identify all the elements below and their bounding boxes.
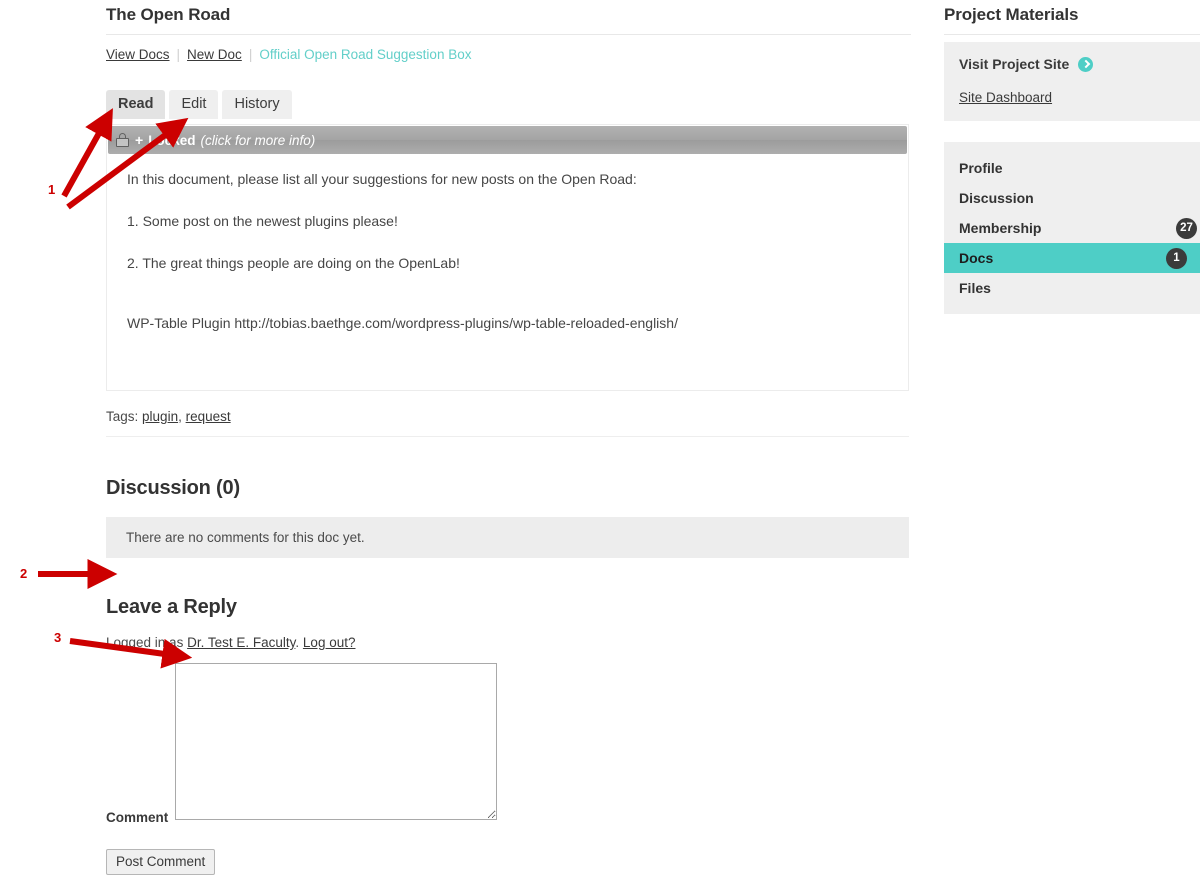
sidebar-item-membership[interactable]: Membership 27 <box>944 213 1200 243</box>
sidebar-item-label-docs: Docs <box>959 250 994 266</box>
title-divider <box>106 34 911 35</box>
sidebar-nav-panel: Profile Discussion Membership 27 Docs 1 … <box>944 142 1200 314</box>
site-dashboard-row: Site Dashboard <box>944 90 1200 105</box>
comment-label: Comment <box>106 810 169 825</box>
lock-icon <box>116 133 129 147</box>
new-doc-link[interactable]: New Doc <box>187 47 242 62</box>
sidebar-item-label-discussion: Discussion <box>959 190 1034 206</box>
comment-field-group: Comment <box>106 663 911 838</box>
site-links-panel: Visit Project Site Site Dashboard <box>944 42 1200 121</box>
nav-separator-1: | <box>176 47 181 62</box>
site-dashboard-link[interactable]: Site Dashboard <box>959 90 1052 105</box>
tags-row: Tags: plugin, request <box>106 409 909 437</box>
sidebar-item-label-membership: Membership <box>959 220 1042 236</box>
doc-content-box: + Locked (click for more info) In this d… <box>106 124 909 391</box>
logged-in-status: Logged in as Dr. Test E. Faculty. Log ou… <box>106 635 911 650</box>
doc-list-item-1: 1. Some post on the newest plugins pleas… <box>127 213 398 229</box>
annotation-arrow-1a <box>61 108 113 198</box>
comment-input[interactable] <box>175 663 497 820</box>
sidebar-title: Project Materials <box>944 5 1079 24</box>
tab-history[interactable]: History <box>222 90 292 119</box>
doc-tabs: Read Edit History <box>106 90 911 119</box>
project-materials-sidebar: Project Materials Visit Project Site Sit… <box>930 0 1200 314</box>
logged-in-period: . <box>295 635 300 650</box>
page-title: The Open Road <box>106 5 231 24</box>
locked-status-bar[interactable]: + Locked (click for more info) <box>108 126 907 154</box>
tag-plugin[interactable]: plugin <box>142 409 178 424</box>
visit-project-site-link[interactable]: Visit Project Site <box>944 56 1200 72</box>
doc-body-text: In this document, please list all your s… <box>107 154 908 390</box>
leave-a-reply-heading: Leave a Reply <box>106 596 237 618</box>
sidebar-divider <box>944 34 1200 35</box>
locked-plus-sign: + <box>135 132 144 148</box>
sidebar-item-docs[interactable]: Docs 1 <box>944 243 1200 273</box>
logout-link[interactable]: Log out? <box>303 635 356 650</box>
user-profile-link[interactable]: Dr. Test E. Faculty <box>187 635 295 650</box>
docs-count-badge: 1 <box>1166 247 1187 269</box>
annotation-number-1: 1 <box>48 182 56 197</box>
post-comment-button[interactable]: Post Comment <box>106 849 216 875</box>
current-doc-label: Official Open Road Suggestion Box <box>259 47 472 62</box>
sidebar-item-discussion[interactable]: Discussion <box>944 183 1200 213</box>
doc-paragraph-intro: In this document, please list all your s… <box>127 171 637 187</box>
no-comments-message: There are no comments for this doc yet. <box>106 517 909 558</box>
tab-read[interactable]: Read <box>106 90 166 119</box>
locked-label: Locked <box>148 132 196 148</box>
membership-count-badge: 27 <box>1176 217 1197 239</box>
sidebar-item-label-profile: Profile <box>959 160 1003 176</box>
docs-breadcrumb-nav: View Docs | New Doc | Official Open Road Sug… <box>106 46 911 64</box>
annotation-number-2: 2 <box>20 566 28 581</box>
discussion-heading: Discussion (0) <box>106 477 240 499</box>
locked-hint: (click for more info) <box>200 132 316 148</box>
view-docs-link[interactable]: View Docs <box>106 47 170 62</box>
doc-footer-note: WP-Table Plugin http://tobias.baethge.co… <box>127 315 678 331</box>
doc-list-item-2: 2. The great things people are doing on … <box>127 255 460 271</box>
sidebar-item-profile[interactable]: Profile <box>944 153 1200 183</box>
tags-comma: , <box>178 409 182 424</box>
tags-label: Tags: <box>106 409 139 424</box>
sidebar-item-files[interactable]: Files <box>944 273 1200 303</box>
tag-request[interactable]: request <box>186 409 231 424</box>
nav-separator-2: | <box>248 47 253 62</box>
visit-project-site-label: Visit Project Site <box>959 56 1070 72</box>
arrow-circle-right-icon <box>1078 56 1094 72</box>
logged-in-prefix: Logged in as <box>106 635 184 650</box>
doc-main-column: The Open Road View Docs | New Doc | Official… <box>106 0 911 875</box>
annotation-number-3: 3 <box>54 630 62 645</box>
tab-edit[interactable]: Edit <box>169 90 219 119</box>
sidebar-item-label-files: Files <box>959 280 991 296</box>
